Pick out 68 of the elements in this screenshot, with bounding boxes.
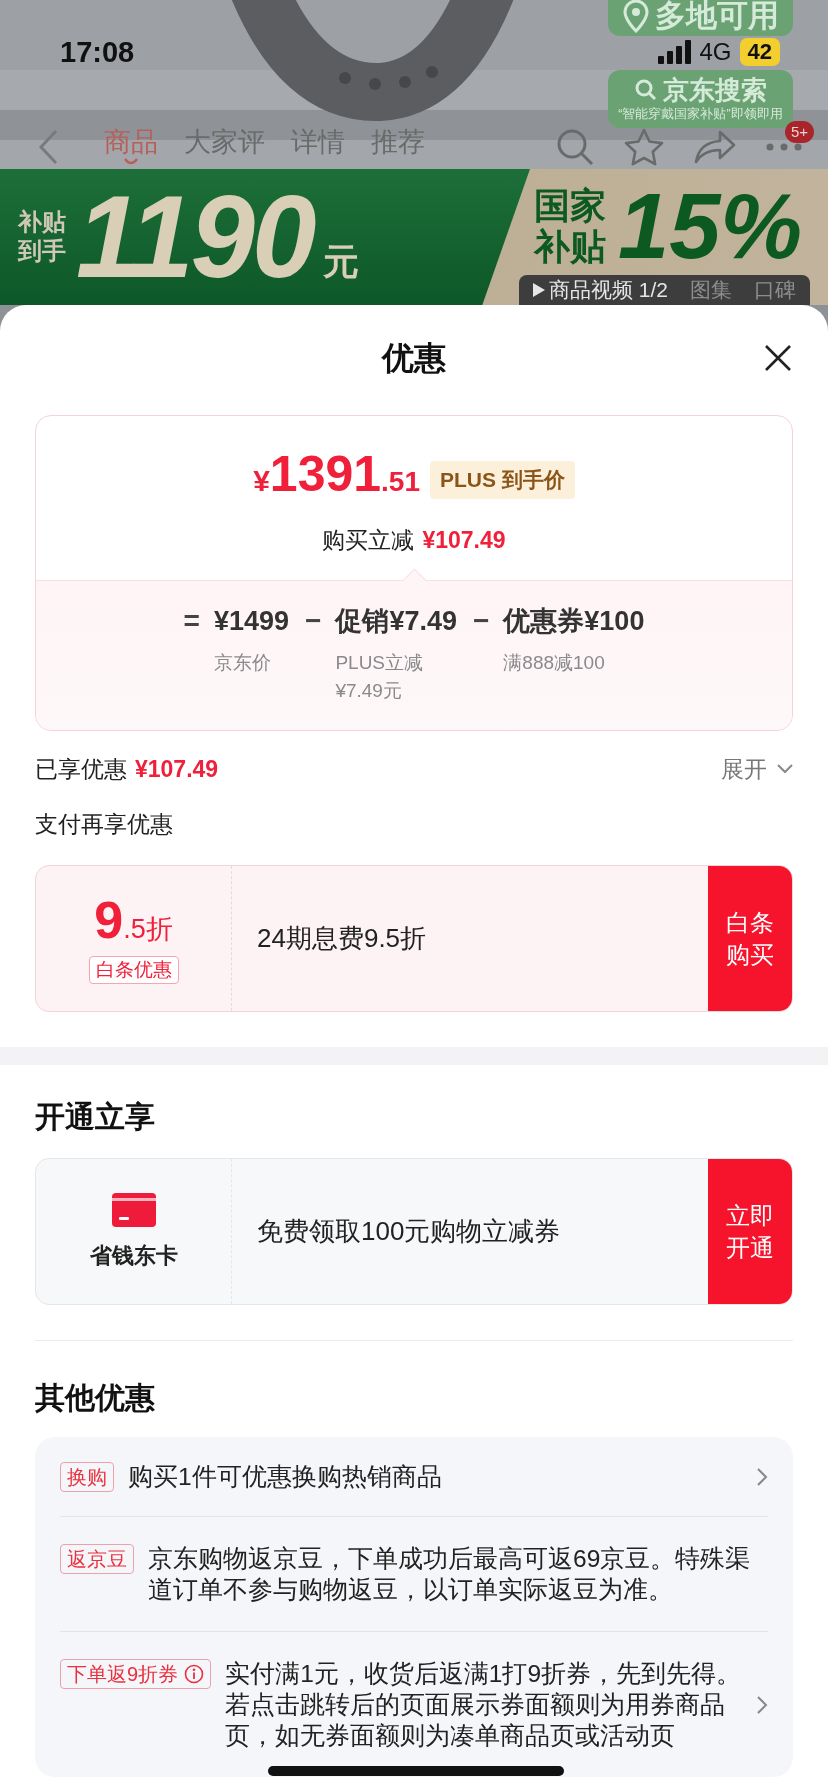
offer-text: 京东购物返京豆，下单成功后最高可返69京豆。特殊渠道订单不参与购物返豆，以订单实际返豆为准。 xyxy=(148,1544,752,1605)
breakdown-amount: 促销¥7.49 xyxy=(335,605,457,638)
smile-icon xyxy=(123,158,139,166)
chevron-down-icon xyxy=(777,764,793,774)
nav-tab[interactable]: 详情 xyxy=(291,126,345,168)
info-icon[interactable] xyxy=(184,1664,205,1684)
chevron-right-icon[interactable] xyxy=(756,1694,768,1715)
network-type: 4G xyxy=(699,38,732,66)
offer-tag: 白条优惠 xyxy=(88,956,179,984)
reduction-label: 购买立减 xyxy=(322,526,415,555)
card-name: 省钱东卡 xyxy=(89,1241,178,1270)
banner-unit: 元 xyxy=(323,240,360,284)
expand-toggle[interactable]: 展开 xyxy=(721,753,793,785)
section-title: 开通立享 xyxy=(35,1099,156,1135)
nav-tab[interactable]: 商品 xyxy=(104,126,158,168)
nav-tab[interactable]: 推荐 xyxy=(371,126,425,168)
offer-description: 免费领取100元购物立减券 xyxy=(256,1215,562,1248)
plus-price: ¥1391.51 xyxy=(253,446,420,504)
breakdown-amount: 优惠券¥100 xyxy=(503,605,645,638)
operator-sign: − xyxy=(472,604,490,638)
back-icon[interactable] xyxy=(38,129,58,165)
operator-sign: − xyxy=(305,604,322,638)
banner-label: 补贴到手 xyxy=(18,208,66,266)
breakdown-note: PLUS立减¥7.49元 xyxy=(335,651,425,703)
close-icon xyxy=(764,344,792,372)
card-icon xyxy=(111,1192,156,1227)
breakdown-amount: ¥1499 xyxy=(213,605,290,638)
tag-label: 多地可用 xyxy=(654,0,779,35)
tag-caption: “智能穿戴国家补贴”即领即用 xyxy=(618,106,783,123)
media-tab[interactable]: 商品视频 1/2 xyxy=(532,276,668,304)
price-badge: PLUS 到手价 xyxy=(430,461,575,499)
offer-tag: 换购 xyxy=(60,1462,114,1492)
share-icon[interactable] xyxy=(694,130,736,164)
close-button[interactable] xyxy=(764,344,792,372)
operator-sign: = xyxy=(183,604,200,638)
offer-text: 实付满1元，收货后返满1打9折券，先到先得。若点击跳转后的页面展示券面额则为用券商品页，如无券面额则为凑单商品页或活动页 xyxy=(225,1659,742,1751)
savings-label: 已享优惠 xyxy=(35,755,127,784)
star-icon[interactable] xyxy=(624,128,664,166)
banner-label: 国家补贴 xyxy=(534,184,606,268)
offer-text: 购买1件可优惠换购热销商品 xyxy=(128,1462,443,1492)
breakdown-note: 满888减100 xyxy=(503,651,606,675)
search-icon xyxy=(634,79,657,101)
sheet-title: 优惠 xyxy=(382,339,446,378)
breakdown-note: 京东价 xyxy=(213,651,272,675)
section-subtitle: 支付再享优惠 xyxy=(35,810,174,839)
banner-percent: 15% xyxy=(618,180,803,272)
more-icon[interactable] xyxy=(766,143,802,151)
action-button[interactable]: 立即开通 xyxy=(708,1159,792,1304)
action-button[interactable]: 白条购买 xyxy=(708,866,792,1011)
reduction-amount: ¥107.49 xyxy=(422,526,506,555)
location-pin-icon xyxy=(622,0,649,33)
tag-label: 京东搜索 xyxy=(662,75,767,105)
battery-indicator: 42 xyxy=(739,38,780,66)
offer-tag: 返京豆 xyxy=(60,1544,134,1574)
chevron-right-icon[interactable] xyxy=(756,1466,768,1487)
signal-icon xyxy=(657,40,692,64)
clock-time: 17:08 xyxy=(60,35,135,69)
section-title: 其他优惠 xyxy=(35,1380,156,1416)
media-tab[interactable]: 口碑 xyxy=(754,276,796,304)
play-icon xyxy=(532,283,545,297)
discount-rate: 9.5折 xyxy=(94,893,173,951)
offer-description: 24期息费9.5折 xyxy=(256,922,428,955)
banner-price: 1190 xyxy=(76,179,314,295)
media-tab[interactable]: 图集 xyxy=(690,276,732,304)
search-icon[interactable] xyxy=(556,128,594,166)
offer-tag: 下单返9折券 xyxy=(60,1659,212,1689)
nav-tab[interactable]: 大家评 xyxy=(184,126,265,168)
savings-amount: ¥107.49 xyxy=(135,755,219,784)
